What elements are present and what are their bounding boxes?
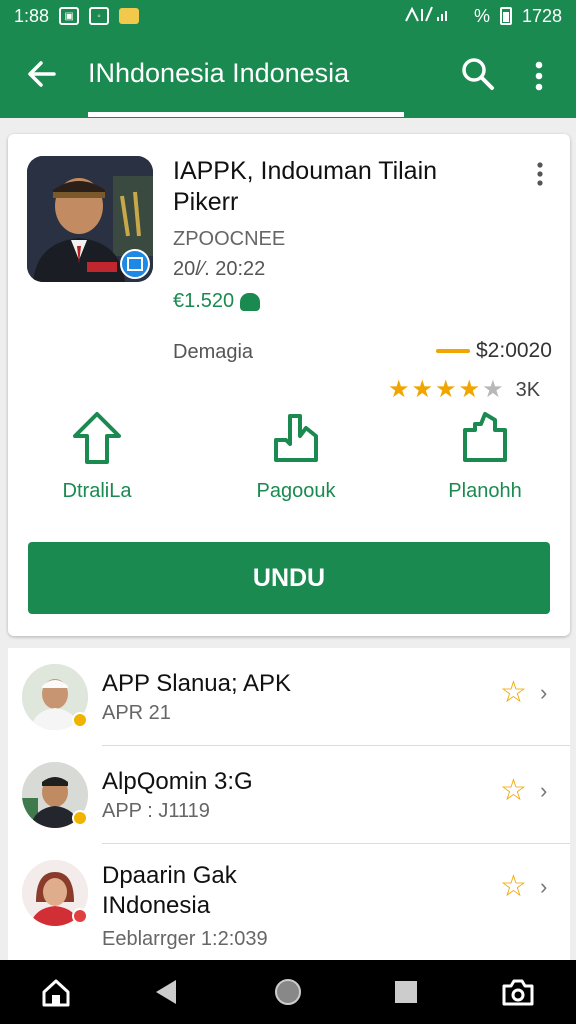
badge-icon	[72, 712, 88, 728]
square-recents-icon	[395, 981, 417, 1003]
search-button[interactable]	[458, 54, 498, 94]
battery-icon	[499, 7, 512, 25]
search-icon	[462, 58, 494, 90]
app-title: IAPPK, Indouman Tilain Pikerr	[173, 157, 438, 216]
back-button[interactable]	[22, 54, 62, 94]
install-button[interactable]: UNDU	[28, 542, 550, 614]
star-icon: ★	[411, 376, 434, 403]
camera-icon	[502, 979, 534, 1006]
more-vert-icon	[537, 162, 543, 186]
status-bar-left: 1:88 ▣ ◦	[14, 5, 140, 27]
star-outline-icon[interactable]: ☆	[500, 872, 527, 902]
page-title: INhdonesia Indonesia	[88, 58, 350, 88]
notification-icon-3	[119, 8, 140, 24]
app-icon	[27, 156, 153, 282]
chevron-right-icon[interactable]: ›	[540, 680, 547, 706]
app-date: 20/⁄. 20:22	[173, 258, 266, 280]
list-item[interactable]: AlpQomin 3:G APP : J1119 ☆ ›	[8, 746, 570, 844]
status-time: 1:88	[14, 5, 50, 26]
list-item-subtitle: Eeblarrger 1:2:039	[102, 928, 268, 950]
chevron-right-icon[interactable]: ›	[540, 778, 547, 804]
star-icon: ★	[435, 376, 457, 403]
list-item[interactable]: Dpaarin Gak INdonesia Eeblarrger 1:2:039…	[8, 844, 570, 960]
download-tray-icon	[274, 414, 318, 462]
battery-percent: %	[473, 5, 490, 26]
rating-count: 3K	[515, 378, 541, 401]
list-item-subtitle: APR 21	[102, 702, 171, 724]
status-clock: 1728	[521, 5, 562, 26]
list-item-title: AlpQomin 3:G	[102, 768, 253, 795]
back-nav-button[interactable]	[148, 974, 184, 1010]
share-tray-icon	[463, 412, 507, 462]
list-item-title: APP Slanua; APK	[102, 670, 292, 697]
app-rating: ★ ★ ★ ★ ★ 3K	[388, 378, 540, 402]
action-download[interactable]: Pagoouk	[221, 410, 371, 503]
recents-button[interactable]	[388, 974, 424, 1010]
status-bar: 1:88 ▣ ◦ % 1728	[0, 0, 576, 32]
star-outline-icon[interactable]: ☆	[500, 776, 527, 806]
star-icon: ★	[458, 376, 481, 403]
action-label: Pagoouk	[256, 480, 336, 502]
notification-icon-2: ◦	[89, 7, 110, 25]
signal-icon	[404, 5, 464, 28]
related-apps-list: APP Slanua; APK APR 21 ☆ › AlpQomin 3:G …	[8, 648, 570, 960]
app-price: $2:0020	[436, 339, 552, 363]
verified-badge-icon	[240, 292, 261, 311]
tab-indicator	[88, 112, 404, 117]
price-value: $2:0020	[476, 339, 552, 362]
list-item[interactable]: APP Slanua; APK APR 21 ☆ ›	[8, 648, 570, 746]
price-dash-icon	[436, 349, 470, 353]
star-outline-icon[interactable]: ☆	[500, 678, 527, 708]
app-detail-card: IAPPK, Indouman Tilain Pikerr ZPOOCNEE 2…	[8, 134, 570, 636]
badge-icon	[72, 810, 88, 826]
notification-icon: ▣	[59, 7, 80, 25]
more-vert-icon	[535, 61, 543, 91]
badge-icon	[72, 908, 88, 924]
status-bar-right: % 1728	[404, 5, 562, 28]
star-empty-icon: ★	[482, 376, 504, 403]
app-developer[interactable]: ZPOOCNEE	[173, 228, 285, 251]
action-label: DtraliLa	[62, 480, 132, 502]
app-bar: INhdonesia Indonesia	[0, 32, 576, 118]
app-category[interactable]: Demagia	[173, 341, 253, 364]
action-share[interactable]: Planohh	[410, 410, 560, 503]
action-label: Planohh	[448, 480, 522, 502]
arrow-left-icon	[28, 61, 56, 87]
arrow-up-icon	[73, 412, 121, 464]
chevron-right-icon[interactable]: ›	[540, 874, 547, 900]
system-nav-bar	[0, 960, 576, 1024]
list-item-title-line2: INdonesia	[102, 892, 211, 919]
triangle-back-icon	[156, 980, 176, 1004]
app-downloads: €1.520	[173, 290, 261, 313]
home-nav-button[interactable]	[270, 974, 306, 1010]
home-icon	[42, 979, 70, 1007]
overflow-menu-button[interactable]	[522, 56, 556, 96]
action-details[interactable]: DtraliLa	[22, 410, 172, 503]
star-icon: ★	[388, 376, 410, 403]
home-button[interactable]	[38, 974, 74, 1010]
list-item-subtitle: APP : J1119	[102, 800, 210, 822]
circle-home-icon	[275, 979, 301, 1005]
screenshot-button[interactable]	[500, 974, 536, 1010]
downloads-count: €1.520	[173, 290, 235, 312]
card-overflow-button[interactable]	[528, 160, 552, 188]
list-item-title: Dpaarin Gak	[102, 862, 237, 889]
